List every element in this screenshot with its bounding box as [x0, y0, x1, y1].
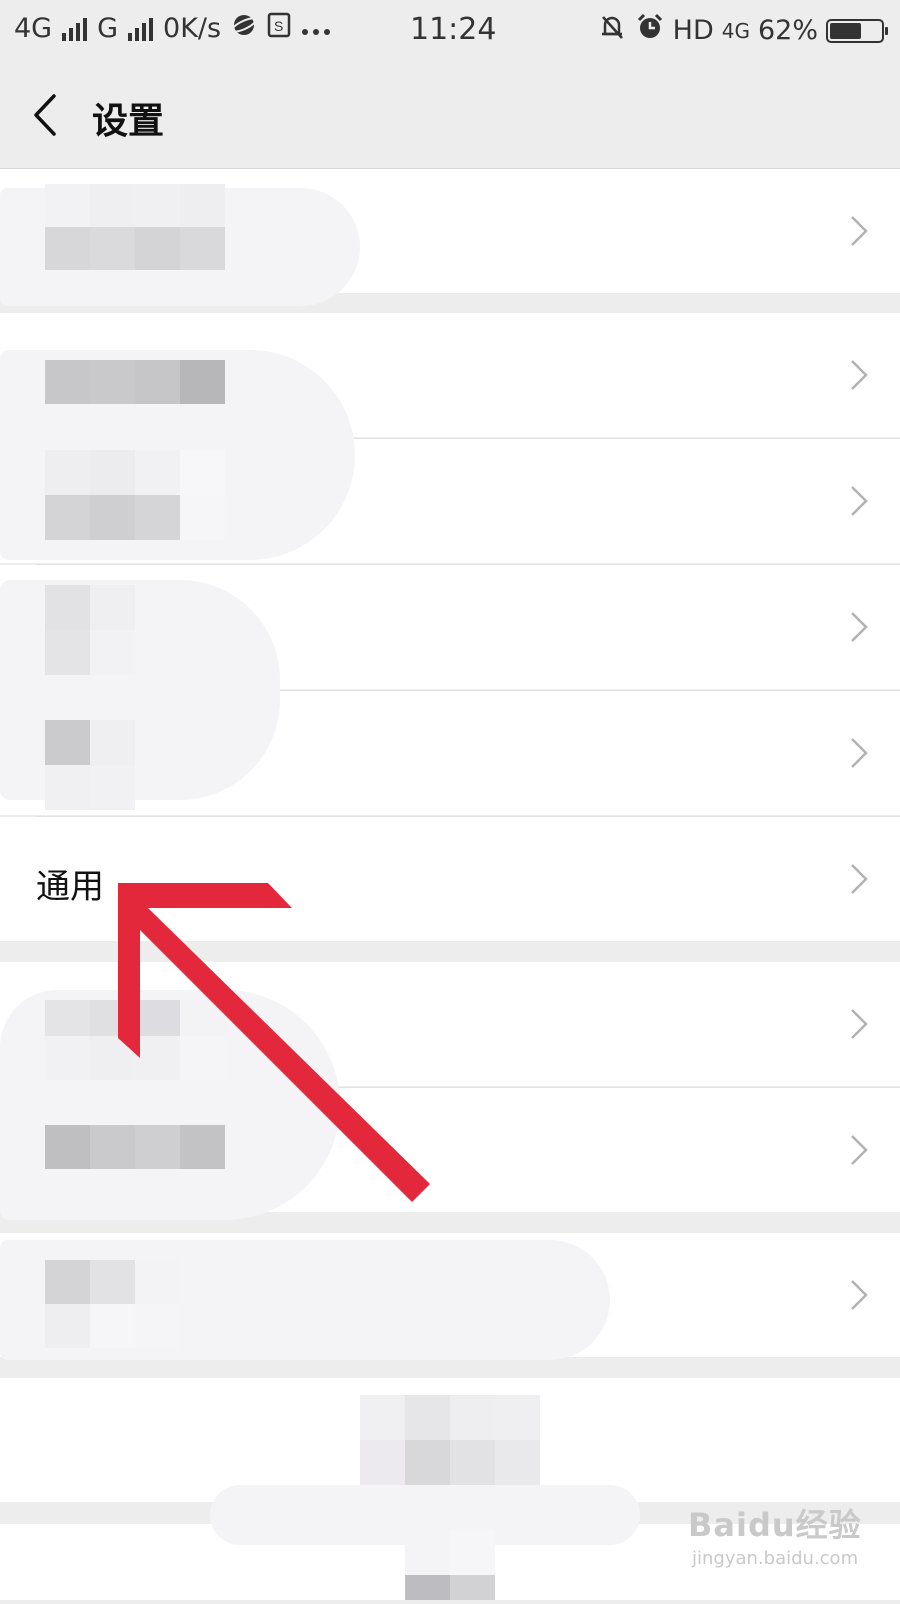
- planet-icon: [231, 12, 258, 45]
- pixelated-text: [45, 1000, 225, 1080]
- pixelated-text: [45, 1125, 225, 1169]
- pixelated-text: [45, 1260, 180, 1348]
- app-s-icon: S: [267, 12, 291, 45]
- pixelated-text: [360, 1395, 540, 1485]
- network-type-3: 4G: [721, 18, 750, 43]
- watermark-url: jingyan.baidu.com: [692, 1548, 859, 1569]
- pixelated-text: [45, 720, 135, 810]
- watermark-logo: Baidu经验: [688, 1506, 862, 1544]
- battery-percent: 62%: [757, 15, 818, 46]
- network-type-1: 4G: [14, 13, 53, 44]
- chevron-right-icon: [851, 864, 868, 894]
- more-dots-icon: [301, 13, 331, 44]
- network-type-2: G: [97, 13, 119, 44]
- pixelated-text: [405, 1530, 495, 1600]
- status-right: HD 4G 62%: [597, 12, 888, 49]
- status-left: 4G G 0K/s S: [14, 12, 331, 45]
- pixelated-text: [45, 450, 225, 540]
- pixelated-text: [45, 184, 225, 270]
- alarm-clock-icon: [635, 12, 665, 49]
- pixelated-text: [45, 360, 225, 404]
- pixelated-text: [45, 585, 135, 675]
- battery-icon: [826, 18, 888, 43]
- chevron-right-icon: [851, 1280, 868, 1310]
- redaction-smear: [0, 580, 280, 800]
- signal-bars-icon: [62, 17, 88, 41]
- bell-muted-icon: [597, 12, 627, 49]
- general-label: 通用: [36, 867, 104, 907]
- settings-row-general[interactable]: 通用: [0, 817, 900, 941]
- chevron-right-icon: [851, 612, 868, 642]
- back-button[interactable]: [28, 90, 68, 140]
- chevron-right-icon: [851, 360, 868, 390]
- baidu-watermark: Baidu经验 jingyan.baidu.com: [688, 1500, 862, 1569]
- network-speed: 0K/s: [163, 13, 222, 44]
- chevron-left-icon: [34, 94, 56, 136]
- chevron-right-icon: [851, 216, 868, 246]
- signal-bars-icon: [128, 17, 154, 41]
- nav-bar: 设置: [0, 62, 900, 169]
- page-title: 设置: [92, 101, 165, 142]
- status-time: 11:24: [410, 12, 497, 47]
- svg-text:S: S: [274, 18, 283, 34]
- chevron-right-icon: [851, 486, 868, 516]
- chevron-right-icon: [851, 738, 868, 768]
- status-bar: 4G G 0K/s S 11:24 HD 4G 62%: [0, 0, 900, 62]
- chevron-right-icon: [851, 1135, 868, 1165]
- chevron-right-icon: [851, 1009, 868, 1039]
- hd-label: HD: [672, 15, 714, 46]
